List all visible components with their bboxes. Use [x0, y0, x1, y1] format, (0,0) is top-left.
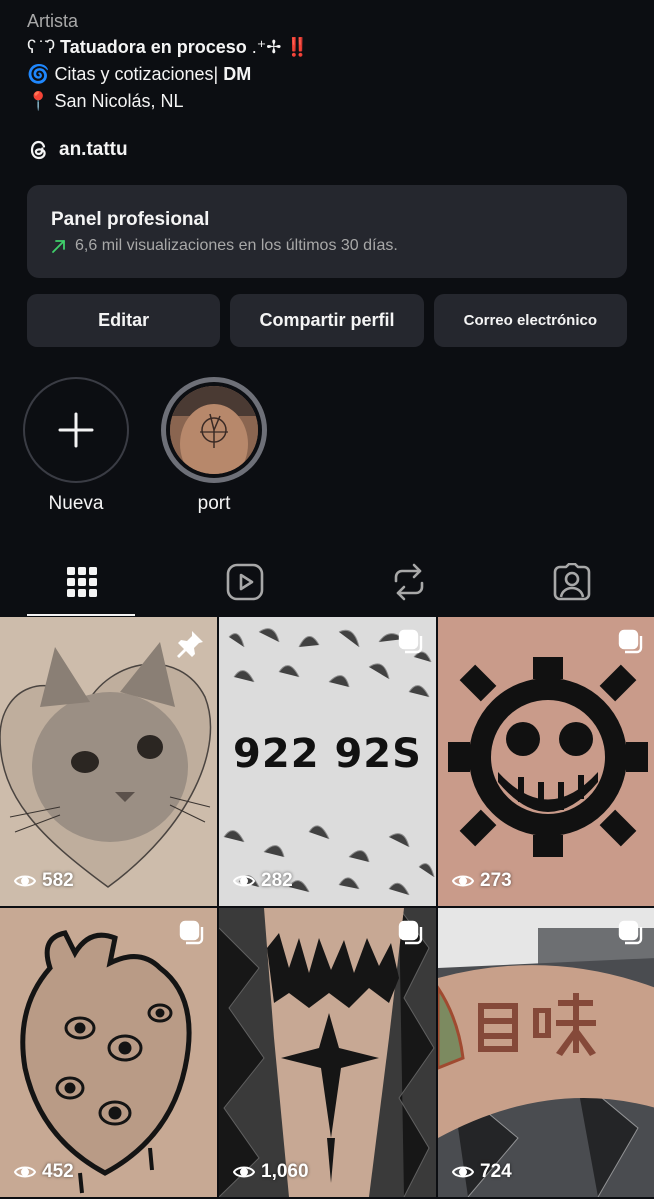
- highlight-port-label: port: [197, 493, 231, 514]
- post-view-count: 452: [42, 1161, 74, 1182]
- pin-location-icon: 📍: [27, 91, 50, 111]
- eye-icon: [452, 1166, 474, 1178]
- post-view-count: 282: [261, 870, 293, 891]
- eye-icon: [233, 1166, 255, 1178]
- bio-line-1: ʕ⁠ ̇ ̇⁠ʔ Tatuadora en proceso .⁺✢ ‼️: [27, 34, 627, 61]
- highlight-port-thumbnail: [170, 386, 258, 474]
- trend-up-icon: [52, 240, 65, 253]
- post-image: [438, 908, 654, 1197]
- post-view-count: 1,060: [261, 1161, 309, 1182]
- panel-title: Panel profesional: [51, 209, 210, 230]
- post-anatomical-heart[interactable]: 452: [0, 908, 217, 1197]
- threads-link[interactable]: an.tattu: [27, 138, 128, 162]
- post-jolly-roger[interactable]: 273: [438, 617, 654, 906]
- plus-icon: [58, 412, 94, 448]
- bio-sparkle: .⁺✢: [251, 37, 282, 57]
- double-exclamation-icon: ‼️: [286, 37, 309, 57]
- share-profile-button[interactable]: Compartir perfil: [230, 294, 424, 347]
- bio-location: San Nicolás, NL: [54, 91, 184, 111]
- profile-tabs: [0, 548, 654, 616]
- highlight-new-ring: [23, 377, 129, 483]
- bio-kaomoji: ʕ⁠ ̇ ̇⁠ʔ: [27, 37, 56, 57]
- highlight-port-ring: [161, 377, 267, 483]
- post-image: [438, 617, 654, 906]
- post-view-count: 582: [42, 870, 74, 891]
- tagged-icon: [553, 563, 591, 601]
- threads-handle: an.tattu: [59, 139, 128, 160]
- post-views: 273: [452, 870, 512, 892]
- post-numbers[interactable]: 922 92S 282: [219, 617, 436, 906]
- carousel-icon: [398, 629, 423, 654]
- carousel-icon: [179, 920, 204, 945]
- story-highlights: Nueva port: [23, 377, 267, 515]
- eye-icon: [452, 875, 474, 887]
- eye-icon: [14, 1166, 36, 1178]
- post-image: [0, 908, 217, 1197]
- bio-line-2: 🌀 Citas y cotizaciones| DM: [27, 61, 627, 88]
- post-views: 282: [233, 870, 293, 892]
- post-image: [219, 908, 436, 1197]
- tab-tagged[interactable]: [491, 548, 654, 616]
- post-views: 452: [14, 1161, 74, 1183]
- panel-subtitle-row: 6,6 mil visualizaciones en los últimos 3…: [51, 237, 603, 255]
- eye-icon: [14, 875, 36, 887]
- carousel-icon: [398, 920, 423, 945]
- professional-dashboard[interactable]: Panel profesional 6,6 mil visualizacione…: [27, 185, 627, 278]
- profile-bio: Artista ʕ⁠ ̇ ̇⁠ʔ Tatuadora en proceso .⁺…: [27, 8, 627, 115]
- post-cat-heart[interactable]: 582: [0, 617, 217, 906]
- post-kanji-arm[interactable]: 724: [438, 908, 654, 1197]
- post-metal-logo[interactable]: 1,060: [219, 908, 436, 1197]
- carousel-icon: [618, 920, 643, 945]
- post-view-count: 724: [480, 1161, 512, 1182]
- threads-icon: [30, 140, 46, 160]
- bio-line-3: 📍 San Nicolás, NL: [27, 88, 627, 115]
- bio-dm: DM: [223, 64, 252, 84]
- reels-icon: [226, 563, 264, 601]
- cyclone-icon: 🌀: [27, 64, 50, 84]
- bio-appointments: Citas y cotizaciones|: [54, 64, 219, 84]
- bio-title: Tatuadora en proceso: [60, 37, 247, 57]
- post-views: 1,060: [233, 1161, 309, 1183]
- post-views: 582: [14, 870, 74, 892]
- carousel-icon: [618, 629, 643, 654]
- tab-reposts[interactable]: [327, 548, 491, 616]
- edit-profile-button[interactable]: Editar: [27, 294, 221, 347]
- email-button[interactable]: Correo electrónico: [433, 294, 627, 347]
- profile-category: Artista: [27, 11, 79, 31]
- highlight-new[interactable]: Nueva: [23, 377, 129, 515]
- profile-actions: Editar Compartir perfil Correo electróni…: [27, 294, 627, 347]
- panel-subtitle: 6,6 mil visualizaciones en los últimos 3…: [75, 237, 398, 254]
- tab-grid[interactable]: [0, 548, 164, 616]
- eye-icon: [233, 875, 255, 887]
- pin-icon: [177, 631, 203, 658]
- highlight-new-label: Nueva: [48, 493, 104, 514]
- post-views: 724: [452, 1161, 512, 1183]
- tattoo-number-text: 922 92S: [233, 731, 422, 777]
- grid-icon: [66, 567, 97, 597]
- post-image: [0, 617, 217, 906]
- highlight-port[interactable]: port: [161, 377, 267, 515]
- tab-reels[interactable]: [164, 548, 328, 616]
- post-view-count: 273: [480, 870, 512, 891]
- post-grid: 582 922 92S 282 273 452 1,060 724: [0, 617, 654, 1197]
- repost-icon: [394, 563, 424, 601]
